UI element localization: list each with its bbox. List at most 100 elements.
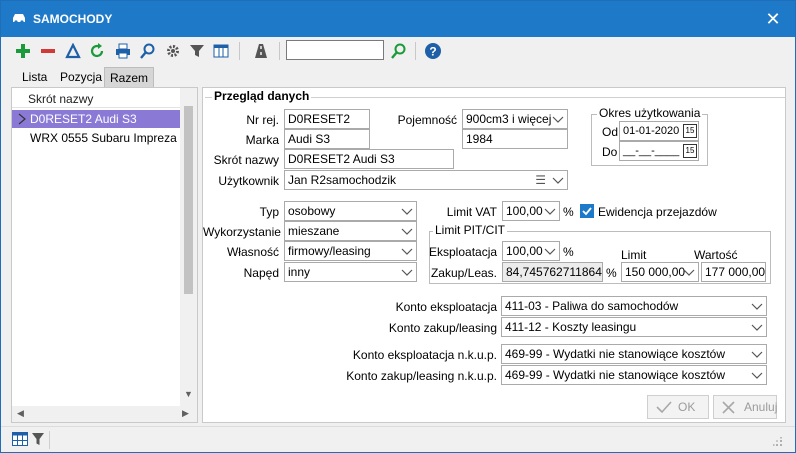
konto-eksp-nkup-value: 469-99 - Wydatki nie stanowiące kosztów <box>505 347 725 361</box>
do-date-field[interactable]: __-__-____ 15 <box>619 141 699 161</box>
nr-rej-field[interactable]: D0RESET2 <box>284 109 370 129</box>
naped-select[interactable]: inny <box>284 262 417 282</box>
konto-zakup-select[interactable]: 411-12 - Koszty leasingu <box>501 317 767 337</box>
print-icon[interactable] <box>113 41 133 61</box>
overview-panel: Przegląd danych Nr rej. D0RESET2 Marka A… <box>202 87 786 423</box>
konto-eksp-select[interactable]: 411-03 - Paliwa do samochodów <box>501 296 767 316</box>
tab-pozycja[interactable]: Pozycja <box>55 67 107 87</box>
road-icon[interactable] <box>251 41 271 61</box>
scroll-right-icon[interactable]: ▶ <box>182 408 189 419</box>
car-icon <box>13 14 25 24</box>
chevron-down-icon[interactable] <box>398 222 416 240</box>
calendar-icon[interactable]: 15 <box>683 144 697 158</box>
list-icon[interactable]: ☰ <box>535 171 546 189</box>
konto-zakup-value: 411-12 - Koszty leasingu <box>505 320 637 334</box>
delete-icon[interactable] <box>38 41 58 61</box>
wlasnosc-value: firmowy/leasing <box>288 244 371 258</box>
chevron-down-icon[interactable] <box>748 318 766 336</box>
calendar-icon[interactable]: 15 <box>683 124 697 138</box>
limit-vat-select[interactable]: 100,00 <box>502 201 560 221</box>
search-go-icon[interactable] <box>389 41 409 61</box>
wykorzystanie-label: Wykorzystanie <box>203 225 281 239</box>
pojemnosc-select[interactable]: 900cm3 i więcej <box>462 109 568 129</box>
vertical-scrollbar[interactable]: ▼ <box>180 88 197 406</box>
cancel-icon <box>722 401 735 414</box>
limit-vat-value: 100,00 <box>506 204 543 218</box>
chevron-down-icon[interactable] <box>549 110 567 128</box>
chevron-down-icon[interactable] <box>748 366 766 384</box>
columns-icon[interactable] <box>211 41 231 61</box>
resize-grip-icon[interactable] <box>773 437 783 447</box>
ewidencja-checkbox[interactable] <box>580 204 594 218</box>
uzytkownik-select[interactable]: Jan R2samochodzik ☰ <box>284 170 568 190</box>
eksploatacja-select[interactable]: 100,00 <box>502 241 560 261</box>
filter-icon[interactable] <box>187 41 207 61</box>
chevron-down-icon[interactable] <box>398 242 416 260</box>
od-date-field[interactable]: 01-01-2020 15 <box>619 121 699 141</box>
wykorzystanie-select[interactable]: mieszane <box>284 221 417 241</box>
konto-eksp-nkup-select[interactable]: 469-99 - Wydatki nie stanowiące kosztów <box>501 344 767 364</box>
wartosc-field[interactable]: 177 000,00 <box>701 262 766 282</box>
samochody-window: SAMOCHODY ✕ ? Lista Pozycja Razem Skrót … <box>0 0 796 453</box>
ok-label: OK <box>678 400 696 414</box>
search-icon[interactable] <box>138 41 158 61</box>
uzytkownik-label: Użytkownik <box>218 174 279 188</box>
scrollbar-thumb[interactable] <box>184 106 193 294</box>
ok-button[interactable]: OK <box>647 395 709 419</box>
horizontal-scrollbar[interactable]: ◀ ▶ <box>12 406 197 422</box>
status-bar <box>1 426 795 452</box>
chevron-down-icon[interactable] <box>549 171 567 189</box>
limit-select[interactable]: 150 000,00 <box>621 262 699 282</box>
typ-value: osobowy <box>288 204 336 218</box>
tab-razem[interactable]: Razem <box>104 67 155 87</box>
cancel-button[interactable]: Anuluj <box>713 395 777 419</box>
konto-zakup-nkup-label: Konto zakup/leasing n.k.u.p. <box>346 369 497 383</box>
typ-select[interactable]: osobowy <box>284 201 417 221</box>
list-item[interactable]: WRX 0555 Subaru Impreza <box>12 129 180 147</box>
nr-rej-label: Nr rej. <box>246 113 279 127</box>
okres-title: Okres użytkowania <box>597 106 703 120</box>
chevron-down-icon[interactable] <box>680 263 698 281</box>
rok-field[interactable]: 1984 <box>462 129 568 149</box>
zakup-field: 84,7457627118644 <box>502 262 603 282</box>
wartosc-header: Wartość <box>694 248 738 262</box>
eksploatacja-label: Eksploatacja <box>429 245 498 259</box>
add-icon[interactable] <box>13 41 33 61</box>
scroll-left-icon[interactable]: ◀ <box>17 408 24 419</box>
chevron-down-icon[interactable] <box>748 345 766 363</box>
chevron-down-icon[interactable] <box>541 242 559 260</box>
toolbar-separator <box>415 42 416 60</box>
od-label: Od <box>602 125 619 139</box>
settings-icon[interactable] <box>163 41 183 61</box>
limit-vat-label: Limit VAT <box>446 205 497 219</box>
tab-lista[interactable]: Lista <box>17 67 52 87</box>
marka-field[interactable]: Audi S3 <box>284 129 370 149</box>
chevron-down-icon[interactable] <box>541 202 559 220</box>
konto-eksp-label: Konto eksploatacja <box>395 300 497 314</box>
toolbar-search-input[interactable] <box>286 40 384 60</box>
edit-icon[interactable] <box>63 41 83 61</box>
scroll-down-icon[interactable]: ▼ <box>184 389 193 399</box>
close-icon[interactable]: ✕ <box>763 9 783 29</box>
chevron-down-icon[interactable] <box>398 263 416 281</box>
konto-zakup-nkup-select[interactable]: 469-99 - Wydatki nie stanowiące kosztów <box>501 365 767 385</box>
grid-icon[interactable] <box>12 432 28 446</box>
zakup-unit: % <box>606 266 617 280</box>
list-header[interactable]: Skrót nazwy <box>12 88 180 108</box>
svg-text:?: ? <box>429 45 436 59</box>
refresh-icon[interactable] <box>87 41 107 61</box>
list-item-label: WRX 0555 Subaru Impreza <box>30 131 177 145</box>
konto-zakup-nkup-value: 469-99 - Wydatki nie stanowiące kosztów <box>505 368 725 382</box>
help-icon[interactable]: ? <box>423 41 443 61</box>
ewidencja-label: Ewidencja przejazdów <box>598 205 717 219</box>
chevron-down-icon[interactable] <box>748 297 766 315</box>
vehicle-list: Skrót nazwy ▲ D0RESET2 Audi S3 WRX 0555 … <box>11 87 198 423</box>
wlasnosc-select[interactable]: firmowy/leasing <box>284 241 417 261</box>
skrot-field[interactable]: D0RESET2 Audi S3 <box>284 149 454 169</box>
uzytkownik-value: Jan R2samochodzik <box>288 173 397 187</box>
zakup-label: Zakup/Leas. <box>430 266 497 280</box>
limit-value: 150 000,00 <box>625 265 686 279</box>
list-item[interactable]: D0RESET2 Audi S3 <box>12 110 180 128</box>
filter-icon[interactable] <box>32 432 44 446</box>
toolbar-separator <box>279 42 280 60</box>
